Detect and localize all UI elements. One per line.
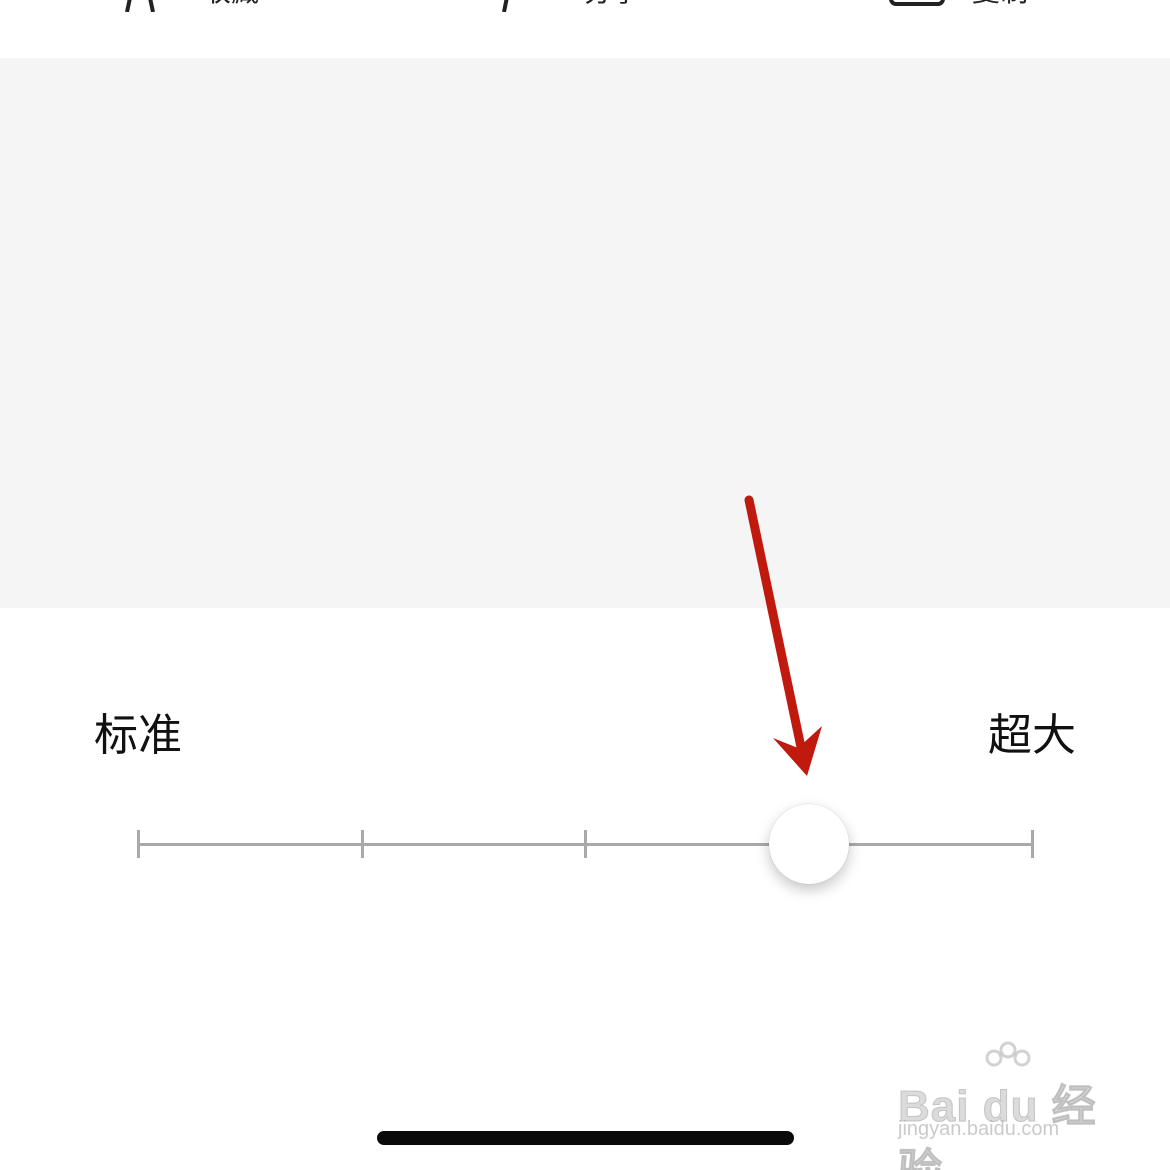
share-label: 分享 <box>584 0 640 10</box>
font-preview-area <box>0 58 1170 608</box>
slider-thumb[interactable] <box>769 804 849 884</box>
font-size-max-label: 超大 <box>988 710 1076 761</box>
slider-tick[interactable] <box>137 830 140 858</box>
font-size-slider[interactable] <box>137 804 1034 884</box>
slider-tick[interactable] <box>584 830 587 858</box>
slider-tick[interactable] <box>361 830 364 858</box>
top-toolbar: 收藏 分享 复制 <box>0 0 1170 58</box>
star-icon <box>125 0 155 12</box>
home-indicator[interactable] <box>377 1131 794 1145</box>
copy-label: 复制 <box>972 0 1028 10</box>
baidu-watermark: Bai du 经验 jingyan.baidu.com <box>894 1040 1124 1170</box>
font-size-min-label: 标准 <box>94 710 182 761</box>
favorite-label: 收藏 <box>203 0 259 10</box>
slider-tick[interactable] <box>1031 830 1034 858</box>
share-icon <box>502 0 509 12</box>
copy-icon <box>889 0 945 6</box>
watermark-url: jingyan.baidu.com <box>898 1118 1060 1140</box>
